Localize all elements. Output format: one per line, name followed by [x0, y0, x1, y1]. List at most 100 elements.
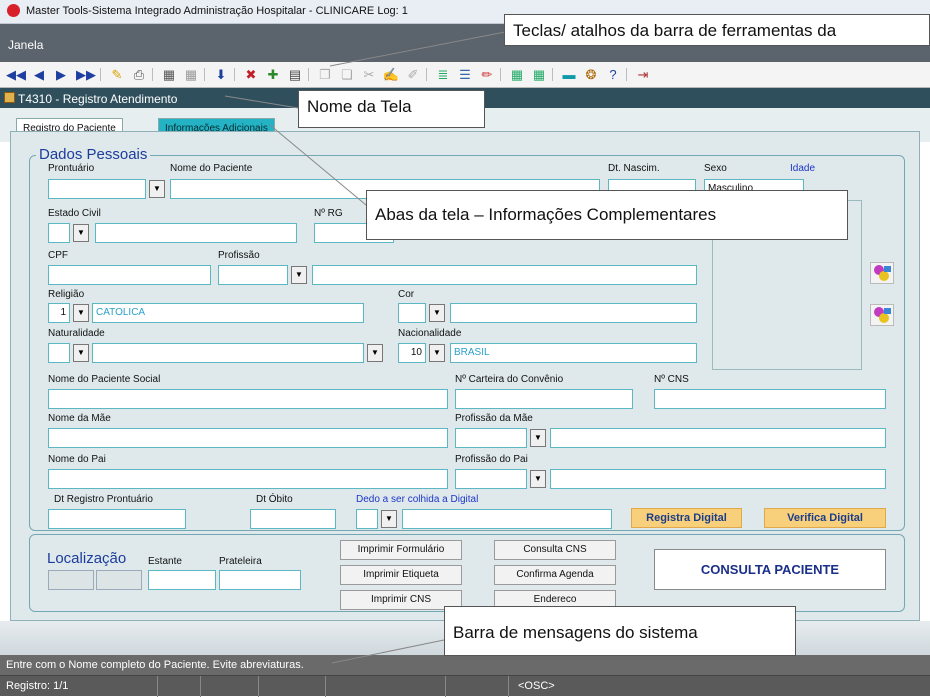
toolbar: ◀◀ ◀ ▶ ▶▶ ✎ ⎙ ▦ ▦ ⬇ ✖ ✚ ▤ ❐ ❏ ✂ ✍ ✐ ≣ ☰ … — [0, 62, 930, 88]
consulta-paciente-button[interactable]: CONSULTA PACIENTE — [654, 549, 886, 590]
cor-dropdown-button[interactable]: ▼ — [429, 304, 445, 322]
cpf-label: CPF — [48, 250, 68, 261]
prev-record-icon[interactable]: ◀ — [30, 65, 48, 84]
profissao-mae-code-input[interactable] — [455, 428, 527, 448]
estado-civil-dropdown-button[interactable]: ▼ — [73, 224, 89, 242]
nome-pai-input[interactable] — [48, 469, 448, 489]
dedo-dropdown-button[interactable]: ▼ — [381, 510, 397, 528]
list2-icon[interactable]: ☰ — [456, 65, 474, 84]
nacionalidade-label: Nacionalidade — [398, 328, 462, 339]
photo-capture-icon[interactable] — [870, 262, 894, 284]
photo-load-icon[interactable] — [870, 304, 894, 326]
flag-icon[interactable]: ▬ — [560, 65, 578, 84]
profissao-pai-desc-input[interactable] — [550, 469, 886, 489]
localizacao-code1 — [48, 570, 94, 590]
nome-paciente-label: Nome do Paciente — [170, 163, 253, 174]
toolbar-divider — [552, 68, 553, 81]
message-bar: Entre com o Nome completo do Paciente. E… — [0, 655, 930, 675]
down-arrow-icon[interactable]: ⬇ — [212, 65, 230, 84]
rg-label: Nº RG — [314, 208, 343, 219]
profissao-mae-desc-input[interactable] — [550, 428, 886, 448]
religiao-dropdown-button[interactable]: ▼ — [73, 304, 89, 322]
nome-social-label: Nome do Paciente Social — [48, 374, 161, 385]
cor-desc-input[interactable] — [450, 303, 697, 323]
nome-mae-input[interactable] — [48, 428, 448, 448]
grid-icon[interactable]: ▤ — [286, 65, 304, 84]
form-title: T4310 - Registro Atendimento — [18, 92, 178, 106]
dados-pessoais-legend: Dados Pessoais — [36, 146, 151, 163]
table2-icon[interactable]: ▦ — [530, 65, 548, 84]
status-registro: Registro: 1/1 — [6, 680, 69, 692]
nome-social-input[interactable] — [48, 389, 448, 409]
religiao-code-input[interactable]: 1 — [48, 303, 70, 323]
profissao-mae-dropdown-button[interactable]: ▼ — [530, 429, 546, 447]
first-record-icon[interactable]: ◀◀ — [6, 65, 26, 84]
dedo-desc-input[interactable] — [402, 509, 612, 529]
prontuario-dropdown-button[interactable]: ▼ — [149, 180, 165, 198]
estado-civil-code-input[interactable] — [48, 223, 70, 243]
profissao-desc-input[interactable] — [312, 265, 697, 285]
dt-registro-label: Dt Registro Prontuário — [54, 494, 153, 505]
naturalidade-dropdown-button[interactable]: ▼ — [73, 344, 89, 362]
profissao-pai-code-input[interactable] — [455, 469, 527, 489]
exit-icon[interactable]: ⇥ — [634, 65, 652, 84]
dt-obito-input[interactable] — [250, 509, 336, 529]
estante-input[interactable] — [148, 570, 216, 590]
insert-record-icon[interactable]: ✚ — [264, 65, 282, 84]
naturalidade-list-button[interactable]: ▼ — [367, 344, 383, 362]
delete-record-icon[interactable]: ✖ — [242, 65, 260, 84]
cpf-input[interactable] — [48, 265, 211, 285]
cor-code-input[interactable] — [398, 303, 426, 323]
next-record-icon[interactable]: ▶ — [52, 65, 70, 84]
edit-icon[interactable]: ✍ — [382, 65, 400, 84]
profissao-code-input[interactable] — [218, 265, 288, 285]
cns-input[interactable] — [654, 389, 886, 409]
calc2-icon[interactable]: ▦ — [182, 65, 200, 84]
registra-digital-button[interactable]: Registra Digital — [631, 508, 742, 528]
toolbar-divider — [234, 68, 235, 81]
calculator-icon[interactable]: ▦ — [160, 65, 178, 84]
naturalidade-desc-input[interactable] — [92, 343, 364, 363]
paste-icon[interactable]: ❏ — [338, 65, 356, 84]
naturalidade-code-input[interactable] — [48, 343, 70, 363]
verifica-digital-button[interactable]: Verifica Digital — [764, 508, 886, 528]
estado-civil-desc-input[interactable] — [95, 223, 297, 243]
nacionalidade-code-input[interactable]: 10 — [398, 343, 426, 363]
help2-icon[interactable]: ❂ — [582, 65, 600, 84]
tool-icon[interactable]: ✐ — [404, 65, 422, 84]
dt-registro-input[interactable] — [48, 509, 186, 529]
dedo-code-input[interactable] — [356, 509, 378, 529]
cut-icon[interactable]: ✂ — [360, 65, 378, 84]
prateleira-input[interactable] — [219, 570, 301, 590]
table-icon[interactable]: ▦ — [508, 65, 526, 84]
nome-mae-label: Nome da Mãe — [48, 413, 111, 424]
toolbar-divider — [308, 68, 309, 81]
consulta-cns-button[interactable]: Consulta CNS — [494, 540, 616, 560]
prontuario-input[interactable] — [48, 179, 146, 199]
carteira-input[interactable] — [455, 389, 633, 409]
imprimir-etiqueta-button[interactable]: Imprimir Etiqueta — [340, 565, 462, 585]
print-icon[interactable]: ⎙ — [130, 65, 148, 84]
nacionalidade-desc-input[interactable]: BRASIL — [450, 343, 697, 363]
help-icon[interactable]: ? — [604, 65, 622, 84]
menu-janela[interactable]: Janela — [8, 38, 43, 52]
list-icon[interactable]: ≣ — [434, 65, 452, 84]
status-divider — [258, 676, 259, 697]
copy-icon[interactable]: ❐ — [316, 65, 334, 84]
clear-icon[interactable]: ✎ — [108, 65, 126, 84]
profissao-pai-dropdown-button[interactable]: ▼ — [530, 470, 546, 488]
profissao-label: Profissão — [218, 250, 260, 261]
form-icon — [4, 92, 15, 103]
status-bar: Registro: 1/1 <OSC> — [0, 675, 930, 697]
imprimir-formulario-button[interactable]: Imprimir Formulário — [340, 540, 462, 560]
religiao-label: Religião — [48, 289, 85, 300]
callout-toolbar: Teclas/ atalhos da barra de ferramentas … — [504, 14, 930, 46]
confirma-agenda-button[interactable]: Confirma Agenda — [494, 565, 616, 585]
last-record-icon[interactable]: ▶▶ — [76, 65, 96, 84]
pen-icon[interactable]: ✏ — [478, 65, 496, 84]
profissao-mae-label: Profissão da Mãe — [455, 413, 533, 424]
nacionalidade-dropdown-button[interactable]: ▼ — [429, 344, 445, 362]
religiao-desc-input[interactable]: CATOLICA — [92, 303, 364, 323]
app-logo-icon — [7, 4, 20, 17]
profissao-dropdown-button[interactable]: ▼ — [291, 266, 307, 284]
